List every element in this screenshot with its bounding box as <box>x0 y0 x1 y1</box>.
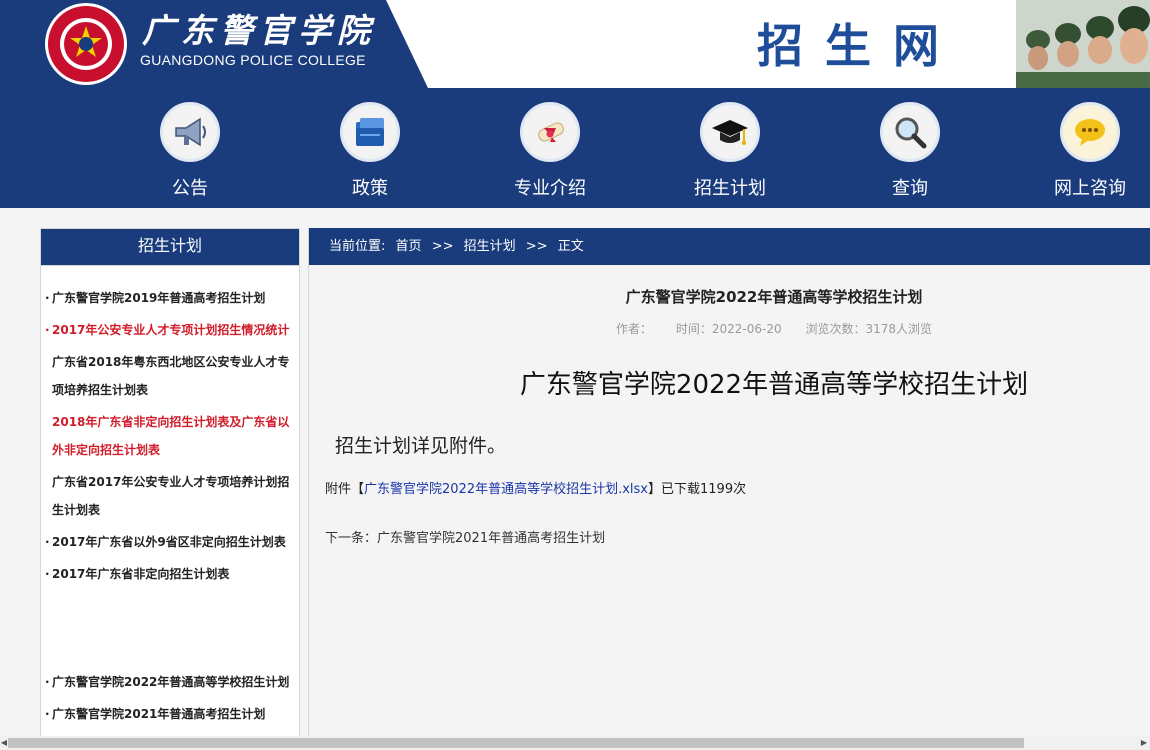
horizontal-scrollbar[interactable]: ◀ ▶ <box>0 736 1150 750</box>
sidebar-item-label: 广东警官学院2019年普通高考招生计划 <box>52 291 266 305</box>
magnifier-icon <box>880 102 940 162</box>
bullet: · <box>45 675 50 689</box>
sidebar-item[interactable]: 广东省2018年粤东西北地区公安专业人才专项培养招生计划表 <box>45 348 295 404</box>
sidebar-item-label: 2017年广东省以外9省区非定向招生计划表 <box>52 535 286 549</box>
bullet: · <box>45 707 50 721</box>
nav-item-announcement[interactable]: 公告 <box>130 88 250 208</box>
attachment-suffix: 】已下载1199次 <box>648 482 747 497</box>
breadcrumb-separator: >> <box>431 239 454 254</box>
nav-item-policy[interactable]: 政策 <box>310 88 430 208</box>
chat-bubble-icon <box>1060 102 1120 162</box>
nav-label: 查询 <box>892 178 928 199</box>
article-title: 广东警官学院2022年普通高等学校招生计划 <box>625 288 923 306</box>
nav-label: 专业介绍 <box>514 178 586 199</box>
police-college-seal-logo[interactable] <box>42 2 130 86</box>
sidebar-item-label: 2017年公安专业人才专项计划招生情况统计 <box>52 323 290 337</box>
soldiers-banner-image <box>1016 0 1150 88</box>
megaphone-icon <box>160 102 220 162</box>
sidebar-item-label: 2018年广东省非定向招生计划表及广东省以外非定向招生计划表 <box>52 415 290 457</box>
sidebar-item[interactable]: · 2017年公安专业人才专项计划招生情况统计 <box>45 316 295 344</box>
attachment-download-link[interactable]: 广东警官学院2022年普通高等学校招生计划.xlsx <box>364 482 648 497</box>
article-author: 作者： <box>616 322 653 336</box>
sidebar-item-label: 2017年广东省非定向招生计划表 <box>52 567 230 581</box>
breadcrumb-home-link[interactable]: 首页 <box>396 239 422 254</box>
sidebar-item[interactable]: 广东省2017年公安专业人才专项培养计划招生计划表 <box>45 468 295 524</box>
college-name-en: GUANGDONG POLICE COLLEGE <box>140 52 366 68</box>
sidebar-item-label: 广东警官学院2022年普通高等学校招生计划 <box>52 675 290 689</box>
college-name-cn: 广东警官学院 <box>142 11 376 50</box>
bullet: · <box>45 567 50 581</box>
breadcrumb: 当前位置: 首页 >> 招生计划 >> 正文 <box>309 228 1150 265</box>
sidebar-item-label: 广东省2018年粤东西北地区公安专业人才专项培养招生计划表 <box>52 355 290 397</box>
main-nav: 公告 政策 专业介绍 招生计划 查询 网上咨询 <box>0 88 1150 208</box>
sidebar-item-label: 广东省2017年公安专业人才专项培养计划招生计划表 <box>52 475 290 517</box>
sidebar-item[interactable]: · 2017年广东省以外9省区非定向招生计划表 <box>45 528 295 556</box>
diploma-icon <box>520 102 580 162</box>
sidebar-item[interactable]: · 广东警官学院2022年普通高等学校招生计划 <box>45 668 295 696</box>
bullet: · <box>45 291 50 305</box>
attachment-prefix: 附件【 <box>325 482 365 497</box>
sidebar-item[interactable]: · 广东警官学院2021年普通高考招生计划 <box>45 700 295 728</box>
nav-label: 网上咨询 <box>1054 178 1126 199</box>
nav-label: 公告 <box>172 178 208 199</box>
nav-item-query[interactable]: 查询 <box>850 88 970 208</box>
breadcrumb-section-link[interactable]: 招生计划 <box>464 239 516 254</box>
sidebar-title: 招生计划 <box>41 229 299 266</box>
site-header: 广东警官学院 GUANGDONG POLICE COLLEGE 招生网 <box>0 0 1150 88</box>
nav-item-enrollment-plan[interactable]: 招生计划 <box>670 88 790 208</box>
sidebar-item[interactable]: · 2017年广东省非定向招生计划表 <box>45 560 295 588</box>
main-content: 当前位置: 首页 >> 招生计划 >> 正文 广东警官学院2022年普通高等学校… <box>308 228 1150 740</box>
nav-label: 政策 <box>352 178 388 199</box>
nav-item-online-consult[interactable]: 网上咨询 <box>1030 88 1150 208</box>
nav-item-majors[interactable]: 专业介绍 <box>490 88 610 208</box>
article-time: 时间：2022-06-20 <box>675 322 782 336</box>
graduation-cap-icon <box>700 102 760 162</box>
sidebar: 招生计划 · 广东警官学院2019年普通高考招生计划 · 2017年公安专业人才专项… <box>40 228 300 740</box>
scroll-left-arrow-icon[interactable]: ◀ <box>0 738 8 748</box>
article-views: 浏览次数：3178人浏览 <box>805 322 932 336</box>
sidebar-item[interactable]: · 广东警官学院2019年普通高考招生计划 <box>45 284 295 312</box>
breadcrumb-label: 当前位置: <box>329 239 386 254</box>
breadcrumb-separator: >> <box>525 239 548 254</box>
sidebar-item[interactable]: 2018年广东省非定向招生计划表及广东省以外非定向招生计划表 <box>45 408 295 464</box>
attachment-line: 附件【广东警官学院2022年普通高等学校招生计划.xlsx】已下载1199次 <box>325 478 746 497</box>
folder-icon <box>340 102 400 162</box>
article-meta: 作者： 时间：2022-06-20 浏览次数：3178人浏览 <box>309 320 1150 337</box>
article-paragraph: 招生计划详见附件。 <box>335 435 507 457</box>
next-article-link[interactable]: 下一条：广东警官学院2021年普通高考招生计划 <box>325 527 605 546</box>
article-heading: 广东警官学院2022年普通高等学校招生计划 <box>519 370 1029 400</box>
sidebar-item-label: 广东警官学院2021年普通高考招生计划 <box>52 707 266 721</box>
site-title: 招生网 <box>757 19 961 73</box>
bullet: · <box>45 535 50 549</box>
breadcrumb-current: 正文 <box>557 239 584 254</box>
nav-label: 招生计划 <box>694 178 766 199</box>
scroll-right-arrow-icon[interactable]: ▶ <box>1140 738 1148 748</box>
bullet: · <box>45 323 50 337</box>
scrollbar-thumb[interactable] <box>8 738 1024 748</box>
